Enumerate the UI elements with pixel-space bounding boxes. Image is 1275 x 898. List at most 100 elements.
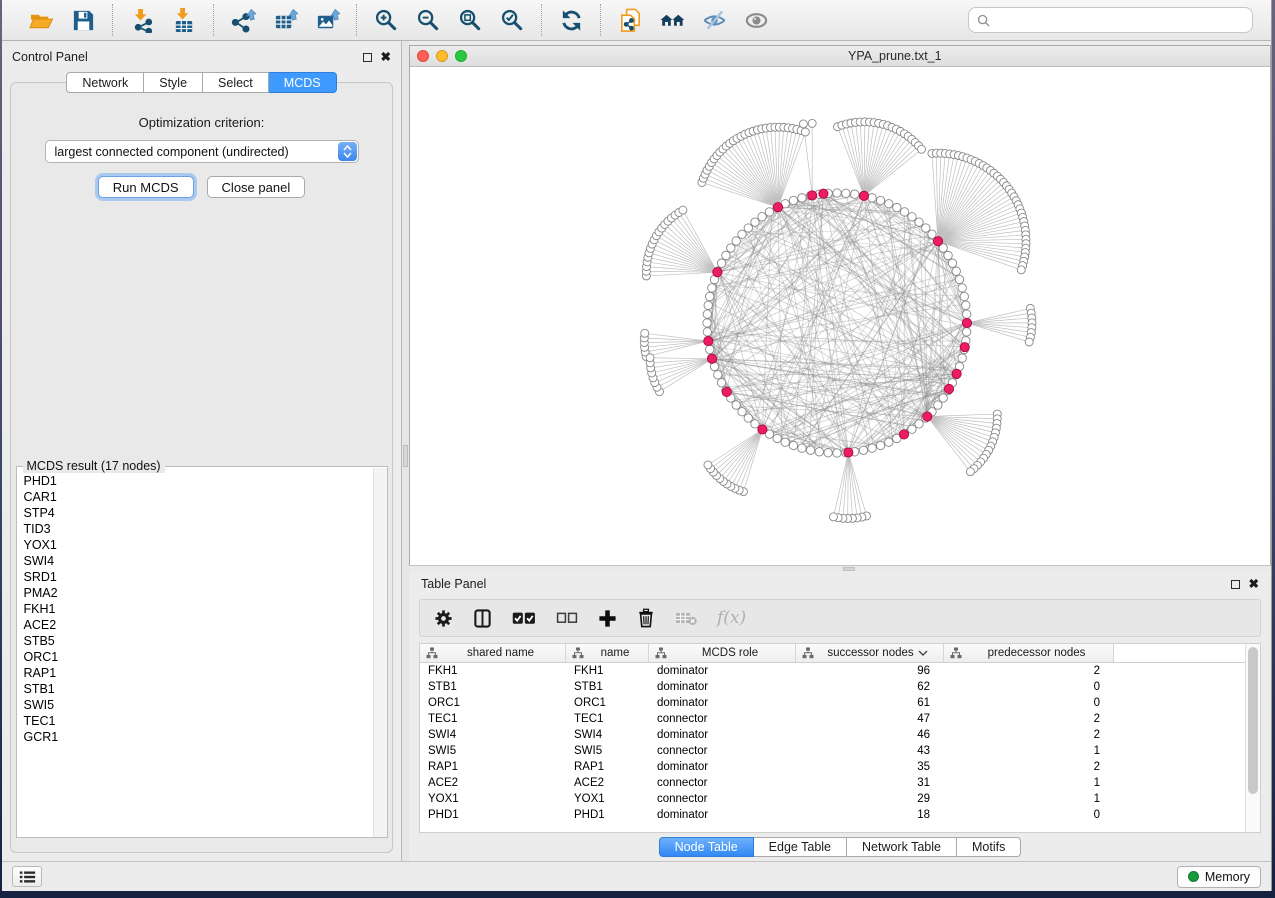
search-field[interactable] (968, 7, 1253, 33)
splitter-handle[interactable] (403, 445, 408, 467)
table-cell[interactable]: connector (649, 791, 796, 807)
table-row[interactable]: PHD1PHD1dominator180 (420, 807, 1245, 823)
table-cell[interactable]: SWI4 (566, 727, 649, 743)
mcds-result-item[interactable]: SRD1 (24, 569, 371, 585)
table-cell[interactable]: SWI5 (420, 743, 566, 759)
table-row[interactable]: ORC1ORC1dominator610 (420, 695, 1245, 711)
settings-gear-button[interactable] (434, 606, 453, 630)
column-header-name[interactable]: name (566, 644, 649, 662)
open-file-button[interactable] (20, 4, 62, 36)
mcds-result-item[interactable]: GCR1 (24, 729, 371, 745)
table-cell[interactable]: 43 (796, 743, 944, 759)
table-cell[interactable]: dominator (649, 759, 796, 775)
memory-button[interactable]: Memory (1177, 866, 1261, 888)
table-cell[interactable]: RAP1 (420, 759, 566, 775)
mcds-result-item[interactable]: SWI4 (24, 553, 371, 569)
delete-row-button[interactable] (637, 606, 655, 630)
float-panel-icon[interactable] (363, 53, 372, 62)
tab-network-table[interactable]: Network Table (847, 837, 957, 857)
table-cell[interactable]: 1 (944, 743, 1114, 759)
table-cell[interactable]: 96 (796, 663, 944, 679)
network-window-titlebar[interactable]: YPA_prune.txt_1 (410, 46, 1270, 67)
scrollbar-thumb[interactable] (1248, 647, 1258, 794)
mcds-result-item[interactable]: ACE2 (24, 617, 371, 633)
column-header-shared-name[interactable]: shared name (420, 644, 566, 662)
table-cell[interactable]: ORC1 (566, 695, 649, 711)
table-cell[interactable]: RAP1 (566, 759, 649, 775)
tab-edge-table[interactable]: Edge Table (754, 837, 847, 857)
table-cell[interactable]: 2 (944, 727, 1114, 743)
tab-network[interactable]: Network (66, 72, 144, 93)
table-cell[interactable]: 0 (944, 679, 1114, 695)
table-cell[interactable]: YOX1 (420, 791, 566, 807)
table-cell[interactable]: 35 (796, 759, 944, 775)
table-cell[interactable]: dominator (649, 679, 796, 695)
table-cell[interactable]: ORC1 (420, 695, 566, 711)
share-document-button[interactable] (609, 4, 651, 36)
table-cell[interactable]: 46 (796, 727, 944, 743)
table-cell[interactable]: 61 (796, 695, 944, 711)
tab-select[interactable]: Select (203, 72, 269, 93)
table-cell[interactable]: dominator (649, 807, 796, 823)
task-history-button[interactable] (12, 866, 42, 887)
mcds-list-scrollbar[interactable] (373, 468, 387, 837)
splitter-handle[interactable] (843, 567, 855, 571)
table-cell[interactable]: 1 (944, 791, 1114, 807)
table-cell[interactable]: TEC1 (420, 711, 566, 727)
add-row-button[interactable] (598, 606, 617, 630)
column-header-predecessor-nodes[interactable]: predecessor nodes (944, 644, 1114, 662)
table-cell[interactable]: 2 (944, 759, 1114, 775)
table-cell[interactable]: FKH1 (566, 663, 649, 679)
close-window-icon[interactable] (417, 50, 429, 62)
mcds-result-item[interactable]: TID3 (24, 521, 371, 537)
export-image-button[interactable] (306, 4, 348, 36)
mcds-result-item[interactable]: SWI5 (24, 697, 371, 713)
vertical-splitter[interactable] (401, 41, 409, 861)
table-cell[interactable]: 2 (944, 663, 1114, 679)
close-panel-button[interactable]: Close panel (207, 176, 306, 198)
horizontal-splitter[interactable] (409, 565, 1271, 571)
mcds-result-item[interactable]: PMA2 (24, 585, 371, 601)
table-cell[interactable]: PHD1 (420, 807, 566, 823)
zoom-in-button[interactable] (365, 4, 407, 36)
table-cell[interactable]: connector (649, 775, 796, 791)
mcds-result-list[interactable]: PHD1CAR1STP4TID3YOX1SWI4SRD1PMA2FKH1ACE2… (17, 467, 373, 837)
table-cell[interactable]: 18 (796, 807, 944, 823)
table-cell[interactable]: ACE2 (420, 775, 566, 791)
show-column-panel-button[interactable] (473, 606, 492, 630)
table-cell[interactable]: 31 (796, 775, 944, 791)
tab-node-table[interactable]: Node Table (659, 837, 754, 857)
tab-mcds[interactable]: MCDS (269, 72, 337, 93)
tab-style[interactable]: Style (144, 72, 203, 93)
import-table-button[interactable] (163, 4, 205, 36)
table-cell[interactable]: STB1 (566, 679, 649, 695)
mcds-result-item[interactable]: STB5 (24, 633, 371, 649)
table-cell[interactable]: dominator (649, 663, 796, 679)
mcds-result-item[interactable]: FKH1 (24, 601, 371, 617)
table-cell[interactable]: TEC1 (566, 711, 649, 727)
table-cell[interactable]: 47 (796, 711, 944, 727)
network-graph[interactable] (410, 67, 1270, 565)
table-row[interactable]: YOX1YOX1connector291 (420, 791, 1245, 807)
close-panel-icon[interactable]: ✖ (1249, 578, 1259, 591)
zoom-fit-button[interactable] (449, 4, 491, 36)
mcds-result-item[interactable]: CAR1 (24, 489, 371, 505)
export-network-button[interactable] (222, 4, 264, 36)
search-input[interactable] (996, 13, 1244, 27)
table-cell[interactable]: 2 (944, 711, 1114, 727)
network-canvas[interactable] (410, 67, 1270, 565)
table-row[interactable]: ACE2ACE2connector311 (420, 775, 1245, 791)
mcds-result-item[interactable]: STB1 (24, 681, 371, 697)
tab-motifs[interactable]: Motifs (957, 837, 1021, 857)
table-cell[interactable]: STB1 (420, 679, 566, 695)
table-row[interactable]: STB1STB1dominator620 (420, 679, 1245, 695)
export-table-button[interactable] (264, 4, 306, 36)
table-scrollbar[interactable] (1245, 644, 1260, 832)
float-panel-icon[interactable] (1231, 580, 1240, 589)
first-neighbors-button[interactable] (651, 4, 693, 36)
zoom-selected-button[interactable] (491, 4, 533, 36)
column-header-MCDS-role[interactable]: MCDS role (649, 644, 796, 662)
table-row[interactable]: TEC1TEC1connector472 (420, 711, 1245, 727)
mcds-result-item[interactable]: PHD1 (24, 473, 371, 489)
table-cell[interactable]: dominator (649, 695, 796, 711)
